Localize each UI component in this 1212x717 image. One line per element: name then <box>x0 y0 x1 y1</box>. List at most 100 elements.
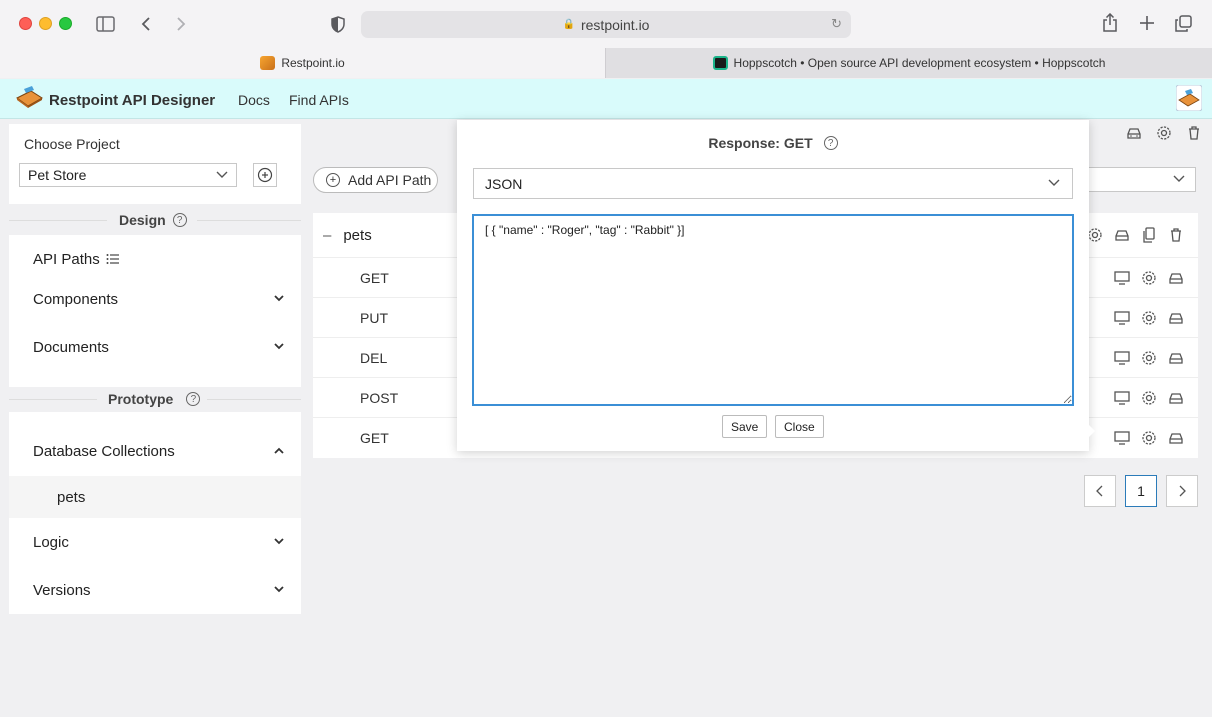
trash-icon[interactable] <box>1186 125 1202 141</box>
forward-icon[interactable] <box>174 14 188 34</box>
sidebar-item-documents[interactable]: Documents <box>9 323 301 371</box>
help-icon[interactable]: ? <box>186 392 201 406</box>
sidebar-item-versions[interactable]: Versions <box>9 566 301 614</box>
divider <box>9 399 97 400</box>
database-icon[interactable] <box>1114 227 1130 243</box>
address-bar[interactable]: 🔒 restpoint.io ↻ <box>361 11 851 38</box>
add-api-path-button[interactable]: + Add API Path <box>313 167 438 193</box>
monitor-icon[interactable] <box>1114 350 1130 366</box>
pagination: 1 <box>1084 475 1198 507</box>
close-window-button[interactable] <box>19 17 32 30</box>
next-page-button[interactable] <box>1166 475 1198 507</box>
minimize-window-button[interactable] <box>39 17 52 30</box>
gear-icon[interactable] <box>1141 390 1157 406</box>
add-api-path-label: Add API Path <box>348 172 432 188</box>
list-icon <box>106 254 119 264</box>
database-icon[interactable] <box>1168 430 1184 446</box>
divider <box>9 220 107 221</box>
url-text: restpoint.io <box>580 16 650 33</box>
lock-icon: 🔒 <box>562 19 575 30</box>
chevron-right-icon <box>1179 485 1186 497</box>
popover-arrow <box>1085 421 1095 441</box>
share-icon[interactable] <box>1101 12 1119 34</box>
collapse-icon[interactable]: – <box>323 227 331 244</box>
monitor-icon[interactable] <box>1114 270 1130 286</box>
popover-title-text: Response: GET <box>708 135 813 151</box>
database-icon[interactable] <box>1126 125 1142 141</box>
tab-restpoint[interactable]: Restpoint.io <box>0 48 605 78</box>
prototype-title-text: Prototype <box>108 391 174 407</box>
back-icon[interactable] <box>139 14 153 34</box>
page-button-current[interactable]: 1 <box>1125 475 1157 507</box>
sidebar-item-database-collections[interactable]: Database Collections <box>9 427 301 475</box>
method-actions <box>1114 258 1184 297</box>
popover-title: Response: GET ? <box>457 135 1089 151</box>
sidebar-item-logic[interactable]: Logic <box>9 518 301 566</box>
hoppscotch-favicon-icon <box>712 56 728 70</box>
browser-titlebar: 🔒 restpoint.io ↻ <box>0 0 1212 48</box>
divider <box>197 220 301 221</box>
filter-select[interactable] <box>1086 167 1196 192</box>
tab-overview-icon[interactable] <box>1174 14 1192 32</box>
sidebar-item-components[interactable]: Components <box>9 275 301 323</box>
prev-page-button[interactable] <box>1084 475 1116 507</box>
method-label: PUT <box>360 309 388 326</box>
zoom-window-button[interactable] <box>59 17 72 30</box>
project-actions <box>1126 125 1202 141</box>
method-actions <box>1114 338 1184 377</box>
sidebar-toggle-icon[interactable] <box>96 15 115 32</box>
sidebar-item-label: Documents <box>33 338 109 356</box>
database-icon[interactable] <box>1168 350 1184 366</box>
monitor-icon[interactable] <box>1114 390 1130 406</box>
gear-icon[interactable] <box>1087 227 1103 243</box>
monitor-icon[interactable] <box>1114 310 1130 326</box>
brand-title[interactable]: Restpoint API Designer <box>49 92 215 109</box>
copy-icon[interactable] <box>1141 227 1157 243</box>
close-button[interactable]: Close <box>775 415 824 438</box>
chevron-up-icon <box>274 445 284 457</box>
chevron-down-icon <box>274 584 284 596</box>
response-body-textarea[interactable]: [ { "name" : "Roger", "tag" : "Rabbit" }… <box>473 215 1073 405</box>
restpoint-favicon-icon <box>260 56 276 70</box>
path-name: pets <box>343 226 372 244</box>
method-actions <box>1114 418 1184 458</box>
database-icon[interactable] <box>1168 390 1184 406</box>
sidebar-item-pets-collection[interactable]: pets <box>9 476 301 518</box>
plus-circle-icon <box>257 167 273 183</box>
privacy-shield-icon[interactable] <box>330 14 346 34</box>
gear-icon[interactable] <box>1141 270 1157 286</box>
method-label: GET <box>360 430 389 446</box>
help-icon[interactable]: ? <box>172 213 187 227</box>
help-icon[interactable]: ? <box>823 136 838 150</box>
sidebar-item-label: pets <box>57 488 86 506</box>
trash-icon[interactable] <box>1168 227 1184 243</box>
reload-icon[interactable]: ↻ <box>831 16 842 32</box>
gear-icon[interactable] <box>1141 310 1157 326</box>
gear-icon[interactable] <box>1156 125 1172 141</box>
add-project-button[interactable] <box>253 163 277 187</box>
chevron-down-icon <box>274 536 284 548</box>
user-avatar-icon[interactable] <box>1176 85 1202 111</box>
gear-icon[interactable] <box>1141 350 1157 366</box>
project-select[interactable]: Pet Store <box>19 163 237 187</box>
tab-hoppscotch[interactable]: Hoppscotch • Open source API development… <box>605 48 1212 78</box>
database-icon[interactable] <box>1168 270 1184 286</box>
gear-icon[interactable] <box>1141 430 1157 446</box>
response-format-select[interactable]: JSON <box>473 168 1073 199</box>
new-tab-icon[interactable] <box>1138 14 1156 32</box>
response-popover: Response: GET ? JSON [ { "name" : "Roger… <box>457 120 1089 451</box>
sidebar-item-label: Components <box>33 290 119 308</box>
project-select-value: Pet Store <box>28 167 87 183</box>
prototype-section-title: Prototype ? <box>108 391 201 407</box>
nav-find-apis-link[interactable]: Find APIs <box>289 92 349 108</box>
restpoint-logo-icon[interactable] <box>15 85 44 109</box>
chevron-down-icon <box>274 341 284 353</box>
monitor-icon[interactable] <box>1114 430 1130 446</box>
method-label: DEL <box>360 349 388 366</box>
nav-docs-link[interactable]: Docs <box>238 92 270 108</box>
save-button[interactable]: Save <box>722 415 768 438</box>
chevron-down-icon <box>1173 172 1185 186</box>
database-icon[interactable] <box>1168 310 1184 326</box>
method-label: GET <box>360 269 389 286</box>
tab-bar: Restpoint.io Hoppscotch • Open source AP… <box>0 48 1212 78</box>
